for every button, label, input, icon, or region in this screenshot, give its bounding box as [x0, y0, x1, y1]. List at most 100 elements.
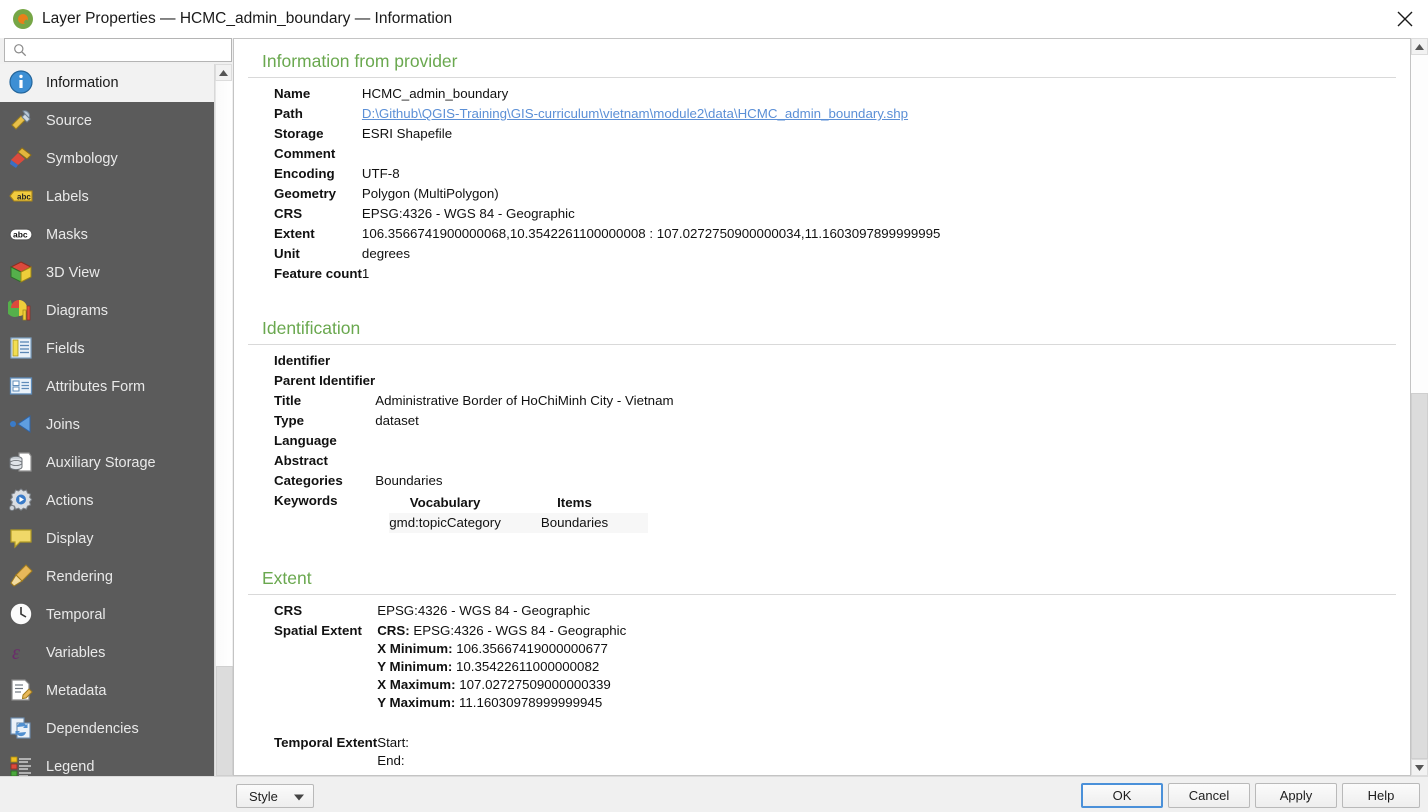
- content-scroll-down-icon[interactable]: [1411, 759, 1428, 776]
- table-row: Name HCMC_admin_boundary: [274, 84, 940, 104]
- sidebar-item-label: 3D View: [46, 265, 100, 281]
- sidebar-item-label: Attributes Form: [46, 379, 146, 395]
- sidebar-item-3d-view[interactable]: 3D View: [0, 254, 214, 292]
- row-value: [375, 431, 673, 451]
- table-row: Geometry Polygon (MultiPolygon): [274, 184, 940, 204]
- sidebar-item-fields[interactable]: Fields: [0, 330, 214, 368]
- content-scroll-up-icon[interactable]: [1411, 38, 1428, 55]
- sidebar-item-auxiliary-storage[interactable]: Auxiliary Storage: [0, 444, 214, 482]
- row-value: EPSG:4326 - WGS 84 - Geographic: [377, 603, 591, 618]
- apply-button[interactable]: Apply: [1255, 783, 1337, 808]
- sidebar-item-temporal[interactable]: Temporal: [0, 596, 214, 634]
- sidebar-item-labels[interactable]: abc Labels: [0, 178, 214, 216]
- row-value: [375, 371, 673, 391]
- ok-button[interactable]: OK: [1081, 783, 1163, 808]
- sidebar-item-label: Temporal: [46, 607, 106, 623]
- cell-items: Boundaries: [540, 513, 649, 533]
- row-key: Encoding: [274, 166, 335, 181]
- sidebar-item-label: Legend: [46, 759, 95, 775]
- sidebar-item-variables[interactable]: ε Variables: [0, 634, 214, 672]
- sidebar-item-label: Auxiliary Storage: [46, 455, 156, 471]
- sidebar-scroll-up-icon[interactable]: [215, 64, 232, 81]
- row-value[interactable]: D:\Github\QGIS-Training\GIS-curriculum\v…: [362, 104, 941, 124]
- sidebar-item-label: Metadata: [46, 683, 107, 699]
- 3d-view-icon: [8, 259, 36, 287]
- table-row: Type dataset: [274, 411, 674, 431]
- sidebar-item-symbology[interactable]: Symbology: [0, 140, 214, 178]
- help-button[interactable]: Help: [1342, 783, 1420, 808]
- row-key: Extent: [274, 226, 315, 241]
- style-button[interactable]: Style: [236, 784, 314, 808]
- spatial-line-value: 106.35667419000000677: [456, 641, 608, 656]
- sidebar-scrollbar-thumb[interactable]: [216, 666, 233, 776]
- row-key: Parent Identifier: [274, 373, 376, 388]
- variables-icon: ε: [8, 639, 36, 667]
- source-icon: [8, 107, 36, 135]
- sidebar-item-source[interactable]: Source: [0, 102, 214, 140]
- row-value: Boundaries: [375, 473, 443, 488]
- table-row: Encoding UTF-8: [274, 164, 940, 184]
- table-row: Feature count 1: [274, 264, 940, 284]
- row-value: [375, 451, 673, 471]
- spatial-line-value: 10.35422611000000082: [456, 659, 600, 674]
- row-value: [362, 144, 941, 164]
- sidebar-item-dependencies[interactable]: Dependencies: [0, 710, 214, 748]
- keywords-table: Vocabulary Items gmd:topicCategory Bound…: [389, 494, 649, 533]
- cancel-button[interactable]: Cancel: [1168, 783, 1250, 808]
- cancel-button-label: Cancel: [1188, 788, 1230, 803]
- content-scrollbar[interactable]: [1411, 38, 1428, 776]
- row-key: Language: [274, 433, 337, 448]
- row-value: EPSG:4326 - WGS 84 - Geographic: [361, 206, 575, 221]
- row-value: Polygon (MultiPolygon): [361, 186, 499, 201]
- actions-icon: [8, 487, 36, 515]
- column-header: Vocabulary: [409, 495, 481, 510]
- qgis-logo-icon: [12, 8, 34, 30]
- provider-table: Name HCMC_admin_boundary Path D:\Github\…: [274, 84, 940, 284]
- sidebar-item-label: Display: [46, 531, 94, 547]
- content-scrollbar-thumb[interactable]: [1411, 393, 1428, 759]
- title-bar: Layer Properties — HCMC_admin_boundary —…: [0, 0, 1428, 38]
- row-key: Storage: [274, 126, 324, 141]
- sidebar-item-masks[interactable]: abc Masks: [0, 216, 214, 254]
- fields-icon: [8, 335, 36, 363]
- sidebar-item-rendering[interactable]: Rendering: [0, 558, 214, 596]
- table-row: Extent 106.3566741900000068,10.354226110…: [274, 224, 940, 244]
- information-panel: Information from provider Name HCMC_admi…: [233, 38, 1411, 776]
- table-row: Parent Identifier: [274, 371, 674, 391]
- information-icon: [8, 69, 36, 97]
- sidebar-item-joins[interactable]: Joins: [0, 406, 214, 444]
- table-row: CRS EPSG:4326 - WGS 84 - Geographic: [274, 204, 940, 224]
- window-title: Layer Properties — HCMC_admin_boundary —…: [42, 10, 453, 27]
- content-scrollbar-track[interactable]: [1411, 55, 1428, 759]
- spatial-line-value: EPSG:4326 - WGS 84 - Geographic: [413, 623, 627, 638]
- table-header-row: Vocabulary Items: [389, 494, 648, 513]
- table-row: CRS EPSG:4326 - WGS 84 - Geographic: [274, 601, 626, 621]
- table-row: gmd:topicCategory Boundaries: [389, 513, 649, 533]
- sidebar-item-attributes-form[interactable]: Attributes Form: [0, 368, 214, 406]
- path-link[interactable]: D:\Github\QGIS-Training\GIS-curriculum\v…: [362, 106, 908, 121]
- style-button-label: Style: [249, 788, 278, 804]
- sidebar-item-diagrams[interactable]: Diagrams: [0, 292, 214, 330]
- sidebar-item-metadata[interactable]: Metadata: [0, 672, 214, 710]
- layer-properties-dialog: Layer Properties — HCMC_admin_boundary —…: [0, 0, 1428, 812]
- row-key: Identifier: [274, 353, 331, 368]
- sidebar-item-label: Labels: [46, 189, 89, 205]
- close-icon[interactable]: [1382, 0, 1428, 38]
- sidebar-item-display[interactable]: Display: [0, 520, 214, 558]
- section-heading: Extent: [248, 556, 1396, 595]
- sidebar-item-label: Source: [46, 113, 92, 129]
- sidebar-item-actions[interactable]: Actions: [0, 482, 214, 520]
- sidebar-scrollbar[interactable]: [214, 64, 233, 812]
- sidebar-item-information[interactable]: Information: [0, 64, 214, 102]
- section-information-from-provider: Information from provider Name HCMC_admi…: [248, 39, 1396, 284]
- spatial-line-label: Y Maximum:: [377, 695, 456, 710]
- search-icon: [11, 41, 29, 59]
- row-key: Categories: [274, 473, 343, 488]
- sidebar-scrollbar-track[interactable]: [215, 81, 233, 795]
- sidebar-search[interactable]: [4, 38, 232, 62]
- information-content: Information from provider Name HCMC_admi…: [234, 39, 1410, 775]
- search-input[interactable]: [31, 40, 221, 60]
- table-row: Storage ESRI Shapefile: [274, 124, 940, 144]
- row-value: ESRI Shapefile: [361, 126, 453, 141]
- spatial-line-value: 11.16030978999999945: [459, 695, 603, 710]
